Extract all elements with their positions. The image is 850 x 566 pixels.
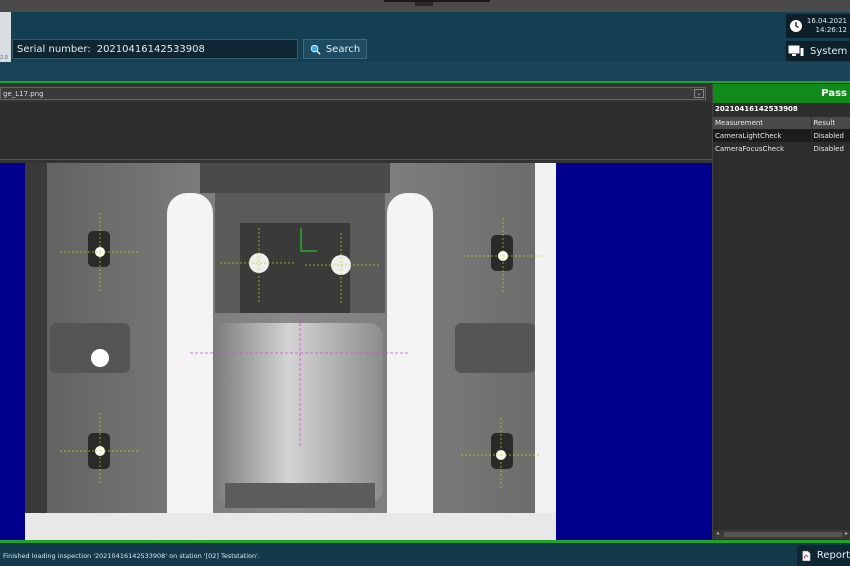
search-button-label: Search — [325, 43, 361, 55]
table-header-row: Measurement Result — [713, 117, 850, 129]
scrollbar-thumb[interactable] — [724, 532, 842, 537]
monitor-icon — [788, 45, 804, 56]
image-file-select[interactable]: ge_L17.png ⌄ — [0, 87, 706, 100]
system-button[interactable]: System — [786, 41, 850, 61]
results-panel: Pass 20210416142533908 Measurement Resul… — [712, 83, 850, 540]
serial-number-label: Serial number: — [17, 43, 91, 55]
table-row[interactable]: CameraFocusCheck Disabled — [713, 142, 850, 155]
window-title-strip — [0, 0, 850, 12]
system-button-label: System — [810, 45, 848, 57]
serial-number-field[interactable]: Serial number: 20210416142533908 — [12, 39, 298, 59]
sub-toolbar — [0, 62, 850, 82]
date-time-display: 16.04.2021 14:26:12 — [786, 14, 850, 38]
header-bar: 2.0 Serial number: 20210416142533908 Sea… — [0, 12, 850, 62]
measurement-name: CameraLightCheck — [713, 129, 812, 142]
result-status-badge: Pass — [713, 84, 850, 103]
scroll-left-icon[interactable]: ◂ — [716, 530, 719, 537]
column-header-measurement[interactable]: Measurement — [713, 117, 812, 129]
clock-icon — [790, 20, 802, 32]
column-header-result[interactable]: Result — [811, 117, 850, 129]
app-logo: 2.0 — [0, 12, 11, 62]
search-icon — [310, 44, 321, 55]
viewer-toolbar-area — [0, 102, 712, 160]
measurement-result: Disabled — [811, 142, 850, 155]
chevron-down-icon[interactable]: ⌄ — [694, 89, 704, 98]
inspection-app: 2.0 Serial number: 20210416142533908 Sea… — [0, 0, 850, 566]
measurement-table: Measurement Result CameraLightCheck Disa… — [713, 117, 850, 155]
serial-number-value[interactable]: 20210416142533908 — [97, 44, 205, 55]
grip-indicator — [415, 2, 433, 6]
search-button[interactable]: Search — [303, 39, 367, 59]
clock-time: 14:26:12 — [815, 26, 847, 34]
status-bar: Finished loading inspection '20210416142… — [0, 543, 850, 566]
result-serial-number: 20210416142533908 — [715, 105, 798, 113]
logo-version: 2.0 — [0, 55, 8, 61]
horizontal-scrollbar[interactable]: ◂ ▸ — [714, 530, 850, 539]
status-message: Finished loading inspection '20210416142… — [3, 552, 260, 560]
camera-image — [25, 163, 556, 540]
measurement-name: CameraFocusCheck — [713, 142, 812, 155]
report-button[interactable]: Report — [797, 545, 850, 566]
drag-handle[interactable] — [384, 0, 490, 2]
measurement-result: Disabled — [811, 129, 850, 142]
image-viewer[interactable] — [0, 163, 712, 540]
scroll-right-icon[interactable]: ▸ — [845, 530, 848, 537]
pdf-icon — [802, 550, 811, 561]
clock-date: 16.04.2021 — [806, 17, 847, 25]
report-button-label: Report — [816, 550, 850, 561]
table-row[interactable]: CameraLightCheck Disabled — [713, 129, 850, 142]
image-file-name: ge_L17.png — [3, 89, 44, 98]
